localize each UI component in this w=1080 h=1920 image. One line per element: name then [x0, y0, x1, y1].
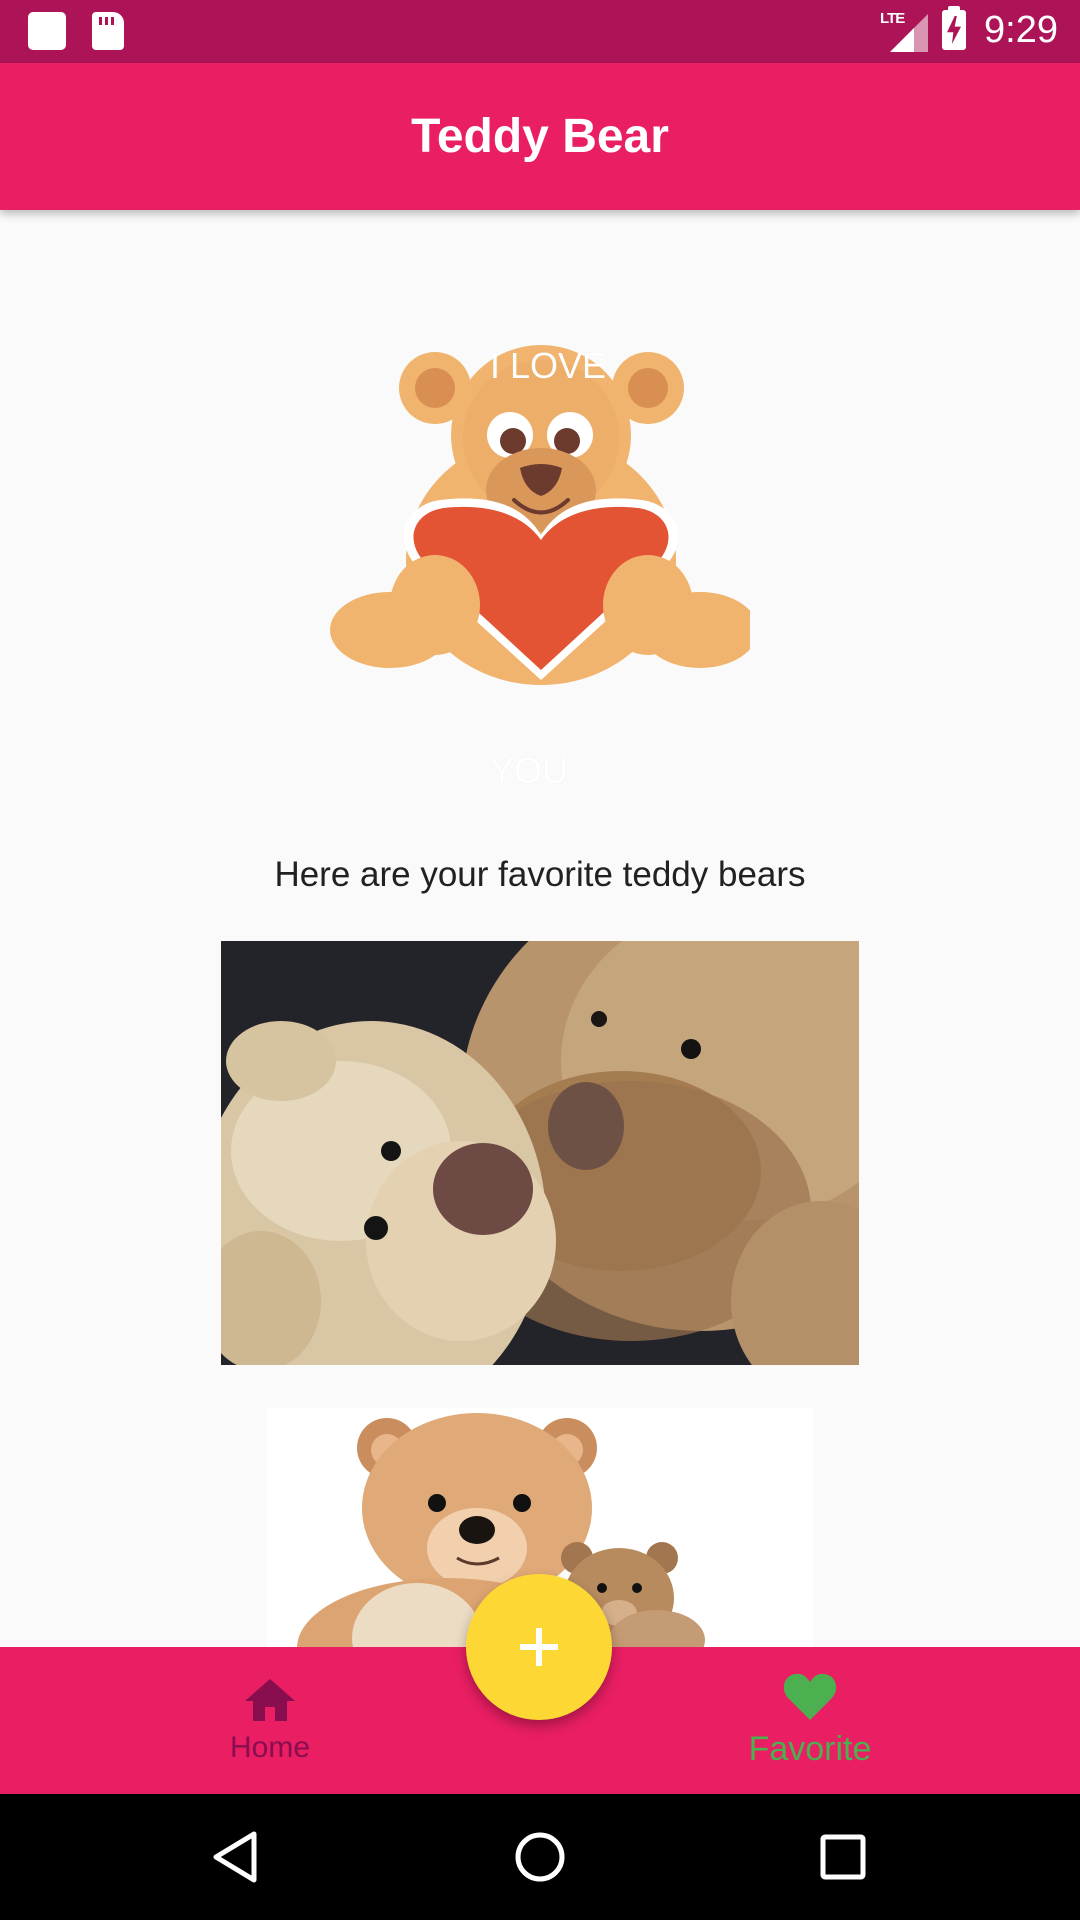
home-system-button[interactable] — [505, 1822, 575, 1892]
home-icon — [245, 1678, 295, 1721]
system-navigation-bar — [0, 1794, 1080, 1920]
home-circle-icon — [515, 1832, 565, 1882]
notification-square-icon — [28, 12, 66, 50]
plus-icon — [520, 1628, 558, 1666]
nav-item-favorite[interactable]: Favorite — [660, 1647, 960, 1794]
favorites-subtitle: Here are your favorite teddy bears — [274, 855, 806, 894]
recents-square-icon — [820, 1834, 866, 1880]
heart-icon — [783, 1673, 837, 1720]
love-text: I LOVE — [490, 345, 607, 386]
teddy-bear-heart-illustration — [330, 345, 750, 685]
recents-button[interactable] — [808, 1822, 878, 1892]
sd-card-icon — [92, 12, 124, 50]
status-time: 9:29 — [984, 8, 1058, 51]
you-text: YOU — [490, 750, 569, 791]
back-triangle-icon — [213, 1831, 257, 1883]
nav-item-label: Home — [229, 1730, 311, 1764]
add-button[interactable] — [466, 1574, 612, 1720]
battery-charging-icon — [942, 6, 967, 50]
nav-item-home[interactable]: Home — [120, 1647, 420, 1794]
page-title: Teddy Bear — [411, 110, 669, 163]
signal-icon: LTE — [880, 8, 929, 52]
app-bar: Teddy Bear — [0, 63, 1080, 210]
nav-item-label: Favorite — [748, 1730, 872, 1768]
status-bar: LTE 9:29 — [0, 0, 1080, 63]
two-teddy-bears-photo[interactable] — [221, 941, 859, 1365]
back-button[interactable] — [200, 1822, 270, 1892]
